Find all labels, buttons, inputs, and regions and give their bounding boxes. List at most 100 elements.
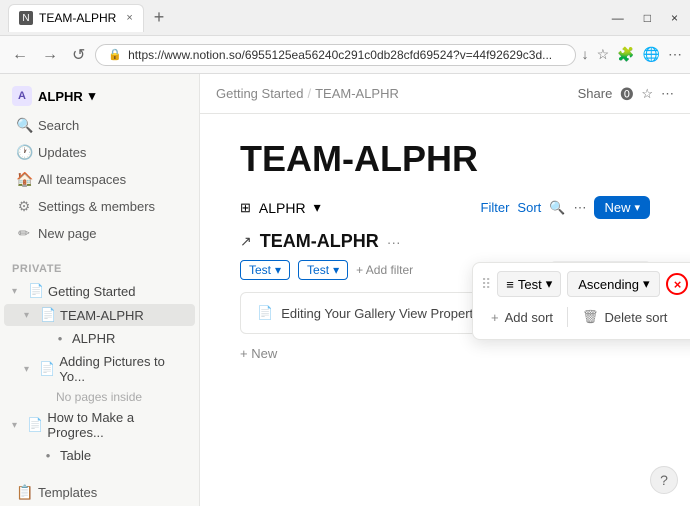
filter-chip-2[interactable]: Test ▾ <box>298 260 348 280</box>
tree-label-alphr: ALPHR <box>72 331 115 346</box>
sort-close-button[interactable]: × <box>666 273 688 295</box>
sidebar-item-new-page[interactable]: ✏ New page <box>4 221 195 246</box>
add-sort-button[interactable]: + Add sort <box>485 306 559 329</box>
no-pages-label: No pages inside <box>0 388 199 406</box>
new-chevron: ▾ <box>634 201 640 214</box>
sidebar-templates-label: Templates <box>38 485 97 500</box>
tree-label-team-alphr: TEAM-ALPHR <box>60 308 144 323</box>
view-title: TEAM-ALPHR <box>260 231 379 252</box>
sort-dir-label: Ascending <box>578 277 639 292</box>
bookmark-star-icon[interactable]: ☆ <box>641 86 653 102</box>
tree-item-alphr[interactable]: • ALPHR <box>4 328 195 349</box>
sidebar-teamspaces-label: All teamspaces <box>38 172 126 187</box>
sidebar-settings-label: Settings & members <box>38 199 155 214</box>
private-label: Private <box>0 259 199 279</box>
workspace-header[interactable]: A ALPHR ▾ <box>0 80 199 112</box>
tree-label-progress: How to Make a Progres... <box>47 410 187 440</box>
tree-item-table[interactable]: • Table <box>4 445 195 466</box>
sidebar-new-page-label: New page <box>38 226 97 241</box>
sort-action-divider <box>567 307 568 327</box>
sort-direction-button[interactable]: Ascending ▾ <box>567 271 660 297</box>
database-chevron[interactable]: ▾ <box>314 199 321 216</box>
menu-icon[interactable]: ⋯ <box>668 46 682 63</box>
maximize-button[interactable]: □ <box>640 9 655 27</box>
sidebar-item-templates[interactable]: 📋 Templates <box>4 480 195 505</box>
sort-prop-chevron: ▾ <box>546 276 553 292</box>
sidebar-item-search[interactable]: 🔍 Search <box>4 113 195 138</box>
help-circle-icon[interactable]: ⓿ <box>620 84 633 103</box>
add-filter-button[interactable]: + Add filter <box>356 263 413 277</box>
delete-sort-label: Delete sort <box>605 310 668 325</box>
view-more-icon[interactable]: ··· <box>387 234 401 250</box>
search-db-icon[interactable]: 🔍 <box>549 200 565 216</box>
tree-item-progress[interactable]: ▾ 📄 How to Make a Progres... <box>4 407 195 443</box>
window-controls: — □ × <box>608 9 682 27</box>
database-name: ALPHR <box>259 200 306 216</box>
more-options-icon[interactable]: ⋯ <box>661 86 674 102</box>
close-button[interactable]: × <box>667 9 682 27</box>
page-icon-alphr: • <box>52 331 68 346</box>
sort-button[interactable]: Sort <box>517 200 541 215</box>
top-actions: Share ⓿ ☆ ⋯ <box>578 84 674 103</box>
breadcrumb-sep: / <box>307 86 311 101</box>
extension-icon[interactable]: 🧩 <box>617 46 634 63</box>
minimize-button[interactable]: — <box>608 9 628 27</box>
view-arrow: ↗ <box>240 233 252 250</box>
profile-icon[interactable]: 🌐 <box>643 46 660 63</box>
address-bar-actions: ↓ ☆ 🧩 🌐 ⋯ <box>582 46 682 63</box>
new-row-button[interactable]: + New <box>240 342 650 365</box>
delete-sort-button[interactable]: 🗑 Delete sort <box>576 305 673 329</box>
add-sort-icon: + <box>491 310 499 325</box>
page-icon-team-alphr: 📄 <box>40 307 56 323</box>
sort-drag-handle[interactable]: ⠿ <box>481 276 491 293</box>
sidebar-item-updates[interactable]: 🕐 Updates <box>4 140 195 165</box>
templates-icon: 📋 <box>16 484 32 501</box>
tree-label-adding-pictures: Adding Pictures to Yo... <box>59 354 187 384</box>
sidebar-item-teamspaces[interactable]: 🏠 All teamspaces <box>4 167 195 192</box>
sidebar: A ALPHR ▾ 🔍 Search 🕐 Updates 🏠 All teams… <box>0 74 200 506</box>
filter-button[interactable]: Filter <box>481 200 510 215</box>
sort-dir-chevron: ▾ <box>643 276 650 292</box>
browser-tab[interactable]: N TEAM-ALPHR × <box>8 4 144 32</box>
sidebar-item-settings[interactable]: ⚙ Settings & members <box>4 194 195 219</box>
more-db-icon[interactable]: ⋯ <box>573 200 586 216</box>
breadcrumb-getting-started[interactable]: Getting Started <box>216 86 303 101</box>
url-input[interactable]: 🔒 https://www.notion.so/6955125ea56240c2… <box>95 44 575 66</box>
breadcrumb-team-alphr[interactable]: TEAM-ALPHR <box>315 86 399 101</box>
new-button[interactable]: New ▾ <box>594 196 650 219</box>
workspace-chevron: ▾ <box>89 88 96 104</box>
main-content: Getting Started / TEAM-ALPHR Share ⓿ ☆ ⋯… <box>200 74 690 506</box>
forward-button[interactable]: → <box>38 44 62 66</box>
chevron-adding-pictures: ▾ <box>24 364 35 375</box>
workspace-name: ALPHR <box>38 89 83 104</box>
back-button[interactable]: ← <box>8 44 32 66</box>
tab-close-button[interactable]: × <box>126 12 132 24</box>
reload-button[interactable]: ↺ <box>68 43 89 67</box>
new-label: New <box>604 200 630 215</box>
help-button[interactable]: ? <box>650 466 678 494</box>
share-button[interactable]: Share <box>578 86 613 101</box>
new-page-icon: ✏ <box>16 225 32 242</box>
bookmark-icon[interactable]: ☆ <box>597 46 610 63</box>
top-toolbar: Getting Started / TEAM-ALPHR Share ⓿ ☆ ⋯ <box>200 74 690 114</box>
sort-dropdown: ⠿ ≡ Test ▾ Ascending ▾ × <box>472 262 690 340</box>
title-bar: N TEAM-ALPHR × + — □ × <box>0 0 690 36</box>
download-icon[interactable]: ↓ <box>582 46 589 63</box>
tree-label-getting-started: Getting Started <box>48 284 135 299</box>
tree-item-team-alphr[interactable]: ▾ 📄 TEAM-ALPHR <box>4 304 195 326</box>
lock-icon: 🔒 <box>108 48 122 61</box>
teamspaces-icon: 🏠 <box>16 171 32 188</box>
search-icon: 🔍 <box>16 117 32 134</box>
sort-property-button[interactable]: ≡ Test ▾ <box>497 271 561 297</box>
database-icon: ⊞ <box>240 200 251 216</box>
sort-list-icon: ≡ <box>506 277 514 292</box>
gallery-card[interactable]: 📄 Editing Your Gallery View Properties <box>240 292 507 334</box>
new-tab-button[interactable]: + <box>150 7 169 28</box>
page-icon-progress: 📄 <box>27 417 43 433</box>
filter-chip-1[interactable]: Test ▾ <box>240 260 290 280</box>
database-header: ⊞ ALPHR ▾ Filter Sort 🔍 ⋯ New ▾ <box>240 196 650 219</box>
sort-prop-label: Test <box>518 277 542 292</box>
tree-item-adding-pictures[interactable]: ▾ 📄 Adding Pictures to Yo... <box>4 351 195 387</box>
chevron-progress: ▾ <box>12 420 23 431</box>
tree-item-getting-started[interactable]: ▾ 📄 Getting Started <box>4 280 195 302</box>
